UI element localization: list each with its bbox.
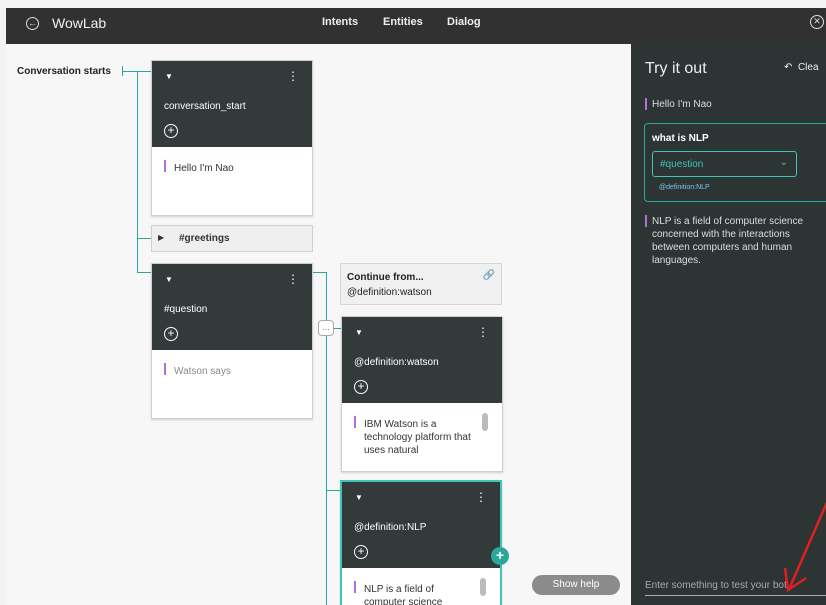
node-response: Watson says	[152, 350, 312, 418]
chat-bubble-icon[interactable]: …	[318, 320, 334, 336]
close-icon[interactable]: ✕	[810, 15, 824, 29]
dialog-node-conversation-start[interactable]: ▼ ⋮ conversation_start + Hello I'm Nao	[151, 60, 313, 216]
jump-target: @definition:watson	[347, 287, 432, 298]
node-response: NLP is a field of computer science	[342, 568, 500, 605]
more-options-icon[interactable]: ⋮	[287, 70, 299, 82]
node-header: ▼ ⋮ conversation_start +	[152, 61, 312, 147]
tab-entities[interactable]: Entities	[383, 16, 423, 28]
connector-line	[313, 272, 326, 273]
jump-to-node[interactable]: Continue from... @definition:watson 🔗	[340, 263, 502, 305]
response-text: Hello I'm Nao	[174, 163, 234, 174]
bot-message: Hello I'm Nao	[645, 98, 826, 111]
dialog-canvas: Conversation starts ▼ ⋮ conversation_sta…	[6, 44, 631, 605]
show-help-button[interactable]: Show help	[532, 575, 620, 595]
undo-icon: ↶	[784, 62, 793, 73]
caret-down-icon[interactable]: ▼	[165, 72, 173, 81]
add-node-icon[interactable]: +	[491, 547, 509, 565]
scrollbar[interactable]	[480, 578, 486, 596]
tab-intents[interactable]: Intents	[322, 16, 358, 28]
response-marker	[164, 160, 166, 172]
caret-right-icon[interactable]: ▶	[158, 233, 164, 242]
more-options-icon[interactable]: ⋮	[475, 491, 487, 503]
connector-line	[326, 490, 341, 491]
more-options-icon[interactable]: ⋮	[477, 326, 489, 338]
scrollbar[interactable]	[482, 413, 488, 431]
node-title: @definition:NLP	[354, 522, 427, 533]
connector-line	[137, 71, 138, 272]
response-text: Watson says	[174, 366, 231, 377]
caret-down-icon[interactable]: ▼	[355, 493, 363, 502]
back-arrow-icon[interactable]: ←	[26, 17, 39, 30]
dialog-node-definition-watson[interactable]: ▼ ⋮ @definition:watson + IBM Watson is a…	[341, 316, 503, 472]
node-header: ▼ ⋮ #question +	[152, 264, 312, 350]
folder-greetings[interactable]: ▶ #greetings	[151, 225, 313, 252]
node-header: ▼ ⋮ @definition:NLP +	[342, 482, 500, 568]
add-response-icon[interactable]: +	[164, 124, 178, 138]
tab-dialog[interactable]: Dialog	[447, 16, 481, 28]
clear-label: Clea	[797, 62, 819, 73]
conversation-starts-label: Conversation starts	[17, 66, 111, 77]
response-marker	[164, 363, 166, 375]
add-response-icon[interactable]: +	[354, 545, 368, 559]
add-response-icon[interactable]: +	[354, 380, 368, 394]
clear-button[interactable]: ↶ Clea	[784, 62, 819, 73]
app-name: WowLab	[52, 15, 107, 31]
connector-line	[137, 272, 151, 273]
message-marker	[645, 215, 647, 227]
chevron-down-icon: ⌄	[779, 157, 788, 168]
response-marker	[354, 416, 356, 428]
bot-greeting-text: Hello I'm Nao	[652, 99, 712, 110]
entity-tag[interactable]: @definition:NLP	[659, 184, 710, 191]
connector-line	[137, 238, 151, 239]
panel-title: Try it out	[645, 60, 707, 77]
dialog-node-question[interactable]: ▼ ⋮ #question + Watson says	[151, 263, 313, 419]
caret-down-icon[interactable]: ▼	[355, 328, 363, 337]
node-title: @definition:watson	[354, 357, 439, 368]
caret-down-icon[interactable]: ▼	[165, 275, 173, 284]
response-text: NLP is a field of computer science	[364, 584, 443, 605]
jump-label: Continue from...	[347, 272, 424, 283]
user-message-text: what is NLP	[652, 133, 709, 144]
bot-reply-text: NLP is a field of computer science conce…	[652, 216, 804, 266]
annotation-arrow-icon	[783, 501, 826, 593]
add-response-icon[interactable]: +	[164, 327, 178, 341]
link-icon[interactable]: 🔗	[483, 270, 495, 281]
node-response: IBM Watson is a technology platform that…	[342, 403, 502, 471]
message-marker	[645, 98, 647, 110]
node-header: ▼ ⋮ @definition:watson +	[342, 317, 502, 403]
intent-select[interactable]: #question ⌄	[652, 151, 797, 177]
bot-reply: NLP is a field of computer science conce…	[645, 215, 826, 267]
node-response: Hello I'm Nao	[152, 147, 312, 215]
more-options-icon[interactable]: ⋮	[287, 273, 299, 285]
dialog-node-definition-nlp[interactable]: ▼ ⋮ @definition:NLP + NLP is a field of …	[340, 480, 502, 605]
response-text: IBM Watson is a technology platform that…	[364, 419, 471, 456]
response-marker	[354, 581, 356, 593]
user-message-box: what is NLP #question ⌄ @definition:NLP	[644, 123, 826, 202]
top-bar: ← WowLab Intents Entities Dialog ✕	[6, 8, 826, 44]
intent-selected-value: #question	[660, 159, 704, 170]
folder-label: #greetings	[179, 233, 230, 244]
node-title: conversation_start	[164, 101, 246, 112]
node-title: #question	[164, 304, 208, 315]
